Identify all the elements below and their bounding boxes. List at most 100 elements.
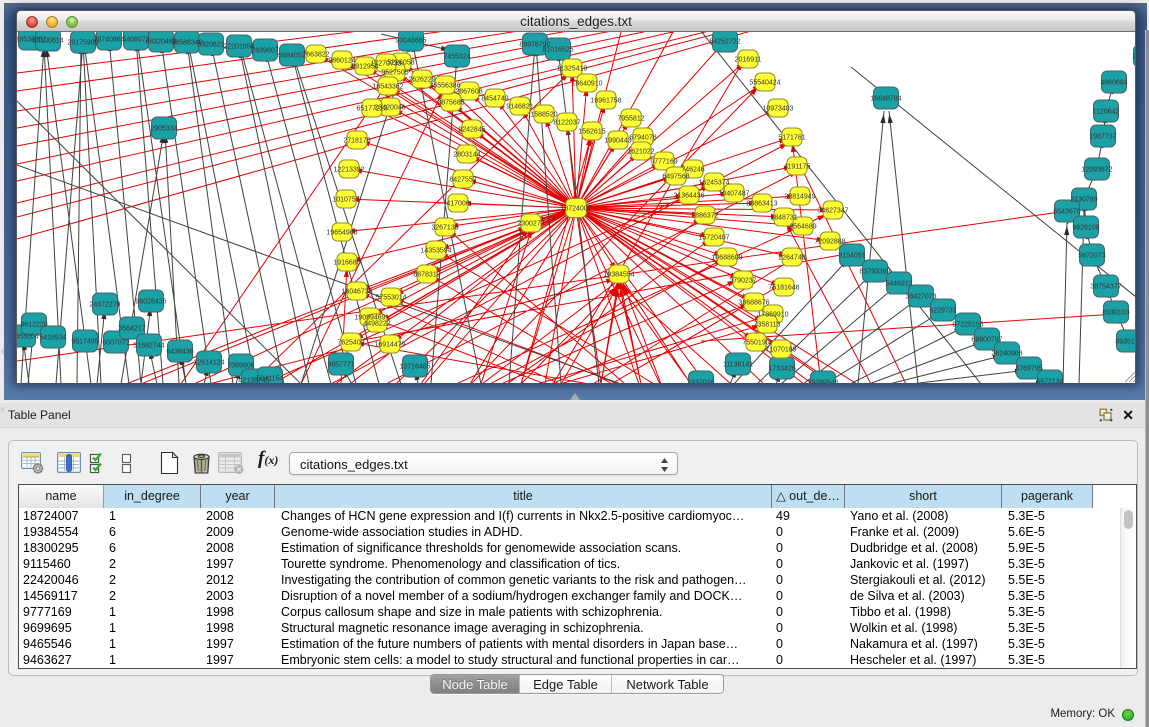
svg-text:6794078: 6794078: [629, 135, 656, 142]
svg-text:9146821: 9146821: [506, 104, 533, 111]
svg-text:57553014: 57553014: [375, 295, 406, 302]
svg-text:2905334: 2905334: [150, 126, 177, 133]
svg-text:2626229: 2626229: [408, 77, 435, 84]
svg-text:8612220: 8612220: [20, 322, 47, 329]
svg-text:21364436: 21364436: [673, 193, 704, 200]
svg-text:3154051: 3154051: [838, 253, 865, 260]
svg-text:11325419: 11325419: [557, 66, 588, 73]
svg-text:5418934: 5418934: [39, 335, 66, 342]
svg-text:71070189: 71070189: [765, 347, 796, 354]
svg-text:1120642: 1120642: [1093, 109, 1120, 116]
svg-text:19384554: 19384554: [603, 272, 634, 279]
svg-text:14353594: 14353594: [420, 248, 451, 255]
svg-text:8878312: 8878312: [413, 272, 440, 279]
svg-text:6672134: 6672134: [1036, 379, 1063, 384]
svg-text:22201654: 22201654: [223, 44, 254, 51]
svg-text:3790237: 3790237: [729, 278, 756, 285]
svg-text:6229731: 6229731: [929, 308, 956, 315]
svg-text:35556386: 35556386: [429, 83, 460, 90]
svg-text:81016525: 81016525: [542, 47, 573, 54]
svg-text:13716485: 13716485: [399, 364, 430, 371]
svg-text:97225156: 97225156: [952, 322, 983, 329]
svg-text:34627347: 34627347: [817, 208, 848, 215]
svg-text:8427552: 8427552: [449, 177, 476, 184]
svg-text:10688609: 10688609: [711, 255, 742, 262]
svg-text:2867608: 2867608: [455, 89, 482, 96]
svg-text:75181648: 75181648: [768, 285, 799, 292]
svg-text:4191175: 4191175: [784, 164, 811, 171]
svg-text:83793389: 83793389: [859, 269, 890, 276]
svg-text:12614124: 12614124: [193, 360, 224, 367]
svg-text:4498222: 4498222: [363, 321, 390, 328]
svg-text:1990443: 1990443: [604, 138, 631, 145]
svg-text:12213392: 12213392: [333, 167, 364, 174]
svg-text:18724007: 18724007: [560, 206, 591, 213]
svg-text:9777169: 9777169: [650, 159, 677, 166]
svg-text:746246: 746246: [681, 167, 704, 174]
svg-text:68800797: 68800797: [971, 337, 1002, 344]
svg-text:3875685: 3875685: [437, 100, 464, 107]
svg-text:38427073: 38427073: [905, 294, 936, 301]
svg-text:7358113: 7358113: [754, 322, 781, 329]
svg-text:63100814: 63100814: [32, 38, 63, 45]
svg-text:19289546: 19289546: [807, 380, 838, 384]
svg-text:4769795: 4769795: [1015, 366, 1042, 373]
svg-text:9857771: 9857771: [327, 362, 354, 369]
svg-text:38754377: 38754377: [1090, 284, 1121, 291]
svg-text:1588520: 1588520: [530, 112, 557, 119]
svg-text:1733426: 1733426: [768, 366, 795, 373]
svg-text:18640910: 18640910: [571, 81, 602, 88]
svg-text:8454749: 8454749: [481, 96, 508, 103]
svg-text:7455324: 7455324: [443, 54, 470, 61]
svg-text:3564217: 3564217: [118, 326, 145, 333]
svg-text:5041154: 5041154: [257, 376, 284, 383]
svg-text:16914479: 16914479: [374, 342, 405, 349]
svg-text:12093872: 12093872: [1081, 167, 1112, 174]
svg-text:417006: 417006: [446, 201, 469, 208]
svg-text:38688676: 38688676: [738, 300, 769, 307]
svg-text:10407487: 10407487: [718, 191, 749, 198]
svg-text:16961758: 16961758: [590, 98, 621, 105]
svg-text:3320821: 3320821: [197, 42, 224, 49]
svg-text:2264748: 2264748: [778, 255, 805, 262]
svg-text:5672073: 5672073: [1078, 253, 1105, 260]
svg-text:4860684: 4860684: [1100, 80, 1127, 87]
svg-text:2300273: 2300273: [517, 221, 544, 228]
svg-text:7663822: 7663822: [302, 52, 329, 59]
svg-text:6438436: 6438436: [166, 349, 193, 356]
svg-text:7625402: 7625402: [337, 340, 364, 347]
svg-text:3267130: 3267130: [431, 225, 458, 232]
svg-text:28740864: 28740864: [93, 37, 124, 44]
svg-text:31682744: 31682744: [133, 343, 164, 350]
svg-text:7089806: 7089806: [227, 363, 254, 370]
svg-text:1562615: 1562615: [578, 129, 605, 136]
svg-text:7550190: 7550190: [742, 340, 769, 347]
svg-text:1010757: 1010757: [332, 197, 359, 204]
svg-text:5171761: 5171761: [778, 135, 805, 142]
svg-text:24972279: 24972279: [89, 302, 120, 309]
svg-text:28814949: 28814949: [784, 194, 815, 201]
svg-text:72092888: 72092888: [814, 239, 845, 246]
svg-text:84252722: 84252722: [709, 39, 740, 46]
svg-text:5446912: 5446912: [885, 281, 912, 288]
svg-text:6007072: 6007072: [102, 340, 129, 347]
svg-text:9517485: 9517485: [71, 339, 98, 346]
svg-text:9626108: 9626108: [1072, 225, 1099, 232]
svg-text:55540424: 55540424: [749, 80, 780, 87]
svg-text:11136141: 11136141: [723, 362, 753, 369]
svg-text:2016911: 2016911: [735, 57, 762, 64]
svg-text:10973403: 10973403: [762, 106, 793, 113]
svg-text:1621022: 1621022: [627, 149, 654, 156]
svg-text:1848731: 1848731: [770, 215, 797, 222]
svg-text:17869910: 17869910: [757, 312, 788, 319]
svg-text:96028436: 96028436: [135, 299, 166, 306]
svg-text:15720407: 15720407: [698, 235, 729, 242]
svg-text:6497568: 6497568: [662, 174, 689, 181]
svg-text:7955812: 7955812: [617, 116, 644, 123]
svg-text:26240908: 26240908: [991, 351, 1022, 358]
svg-text:1916685: 1916685: [333, 260, 360, 267]
svg-text:19654985: 19654985: [326, 230, 357, 237]
svg-text:90048665: 90048665: [395, 38, 426, 45]
svg-text:68353204: 68353204: [17, 334, 39, 341]
svg-text:8930103: 8930103: [1102, 310, 1129, 317]
